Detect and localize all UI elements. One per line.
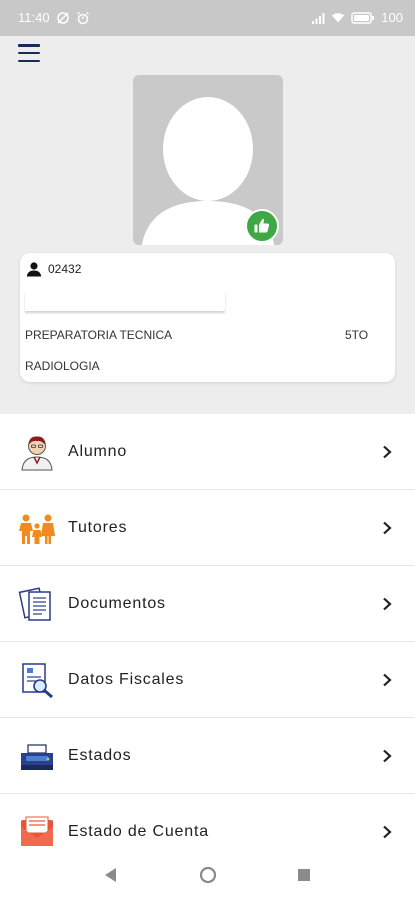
app-top-bar [0,36,415,70]
chevron-right-icon [383,673,392,686]
alarm-icon [76,11,89,24]
envelope-icon [21,816,53,846]
chevron-right-icon [383,445,392,458]
menu-item-label: Documentos [68,594,166,612]
student-info-card: 02432 PREPARATORIA TECNICA 5TO RADIOLOGI… [20,253,395,382]
battery-level: 100 [381,10,403,25]
menu-item-label: Tutores [68,518,128,536]
signal-icon [312,12,325,24]
student-name-field [25,291,225,311]
battery-icon [351,11,375,24]
do-not-disturb-icon [56,11,69,24]
student-id: 02432 [48,262,82,276]
printer-icon [21,743,53,770]
menu-item-alumno[interactable]: Alumno [0,414,415,490]
menu-item-datos-fiscales[interactable]: Datos Fiscales [0,642,415,718]
menu-item-label: Datos Fiscales [68,670,185,688]
chevron-right-icon [383,749,392,762]
status-time: 11:40 [18,10,50,25]
thumbs-up-icon [254,218,270,233]
menu-item-label: Alumno [68,442,128,460]
status-bar: 11:40 100 [0,0,415,36]
recents-square-icon[interactable] [295,866,313,884]
menu-item-label: Estados [68,746,132,764]
menu-item-estados[interactable]: Estados [0,718,415,794]
menu-item-documentos[interactable]: Documentos [0,566,415,642]
menu-item-tutores[interactable]: Tutores [0,490,415,566]
grade-label: 5TO [345,328,369,342]
back-triangle-icon[interactable] [102,866,120,884]
specialty-label: RADIOLOGIA [25,359,100,373]
fiscal-data-icon [22,662,53,698]
chevron-right-icon [383,597,392,610]
thumbs-up-badge[interactable] [245,209,279,243]
home-circle-icon[interactable] [199,866,217,884]
program-label: PREPARATORIA TECNICA [25,328,173,342]
user-icon [26,262,42,277]
documents-icon [18,586,51,621]
student-id-row: 02432 [26,261,81,277]
menu-list: Alumno Tutores Documentos Datos Fiscales… [0,414,415,870]
system-navigation-bar [0,850,415,900]
menu-item-label: Estado de Cuenta [68,822,209,840]
wifi-icon [332,12,345,22]
family-icon [19,514,55,544]
chevron-right-icon [383,825,392,838]
student-icon [21,435,53,470]
chevron-right-icon [383,521,392,534]
hamburger-menu-icon[interactable] [18,44,40,62]
